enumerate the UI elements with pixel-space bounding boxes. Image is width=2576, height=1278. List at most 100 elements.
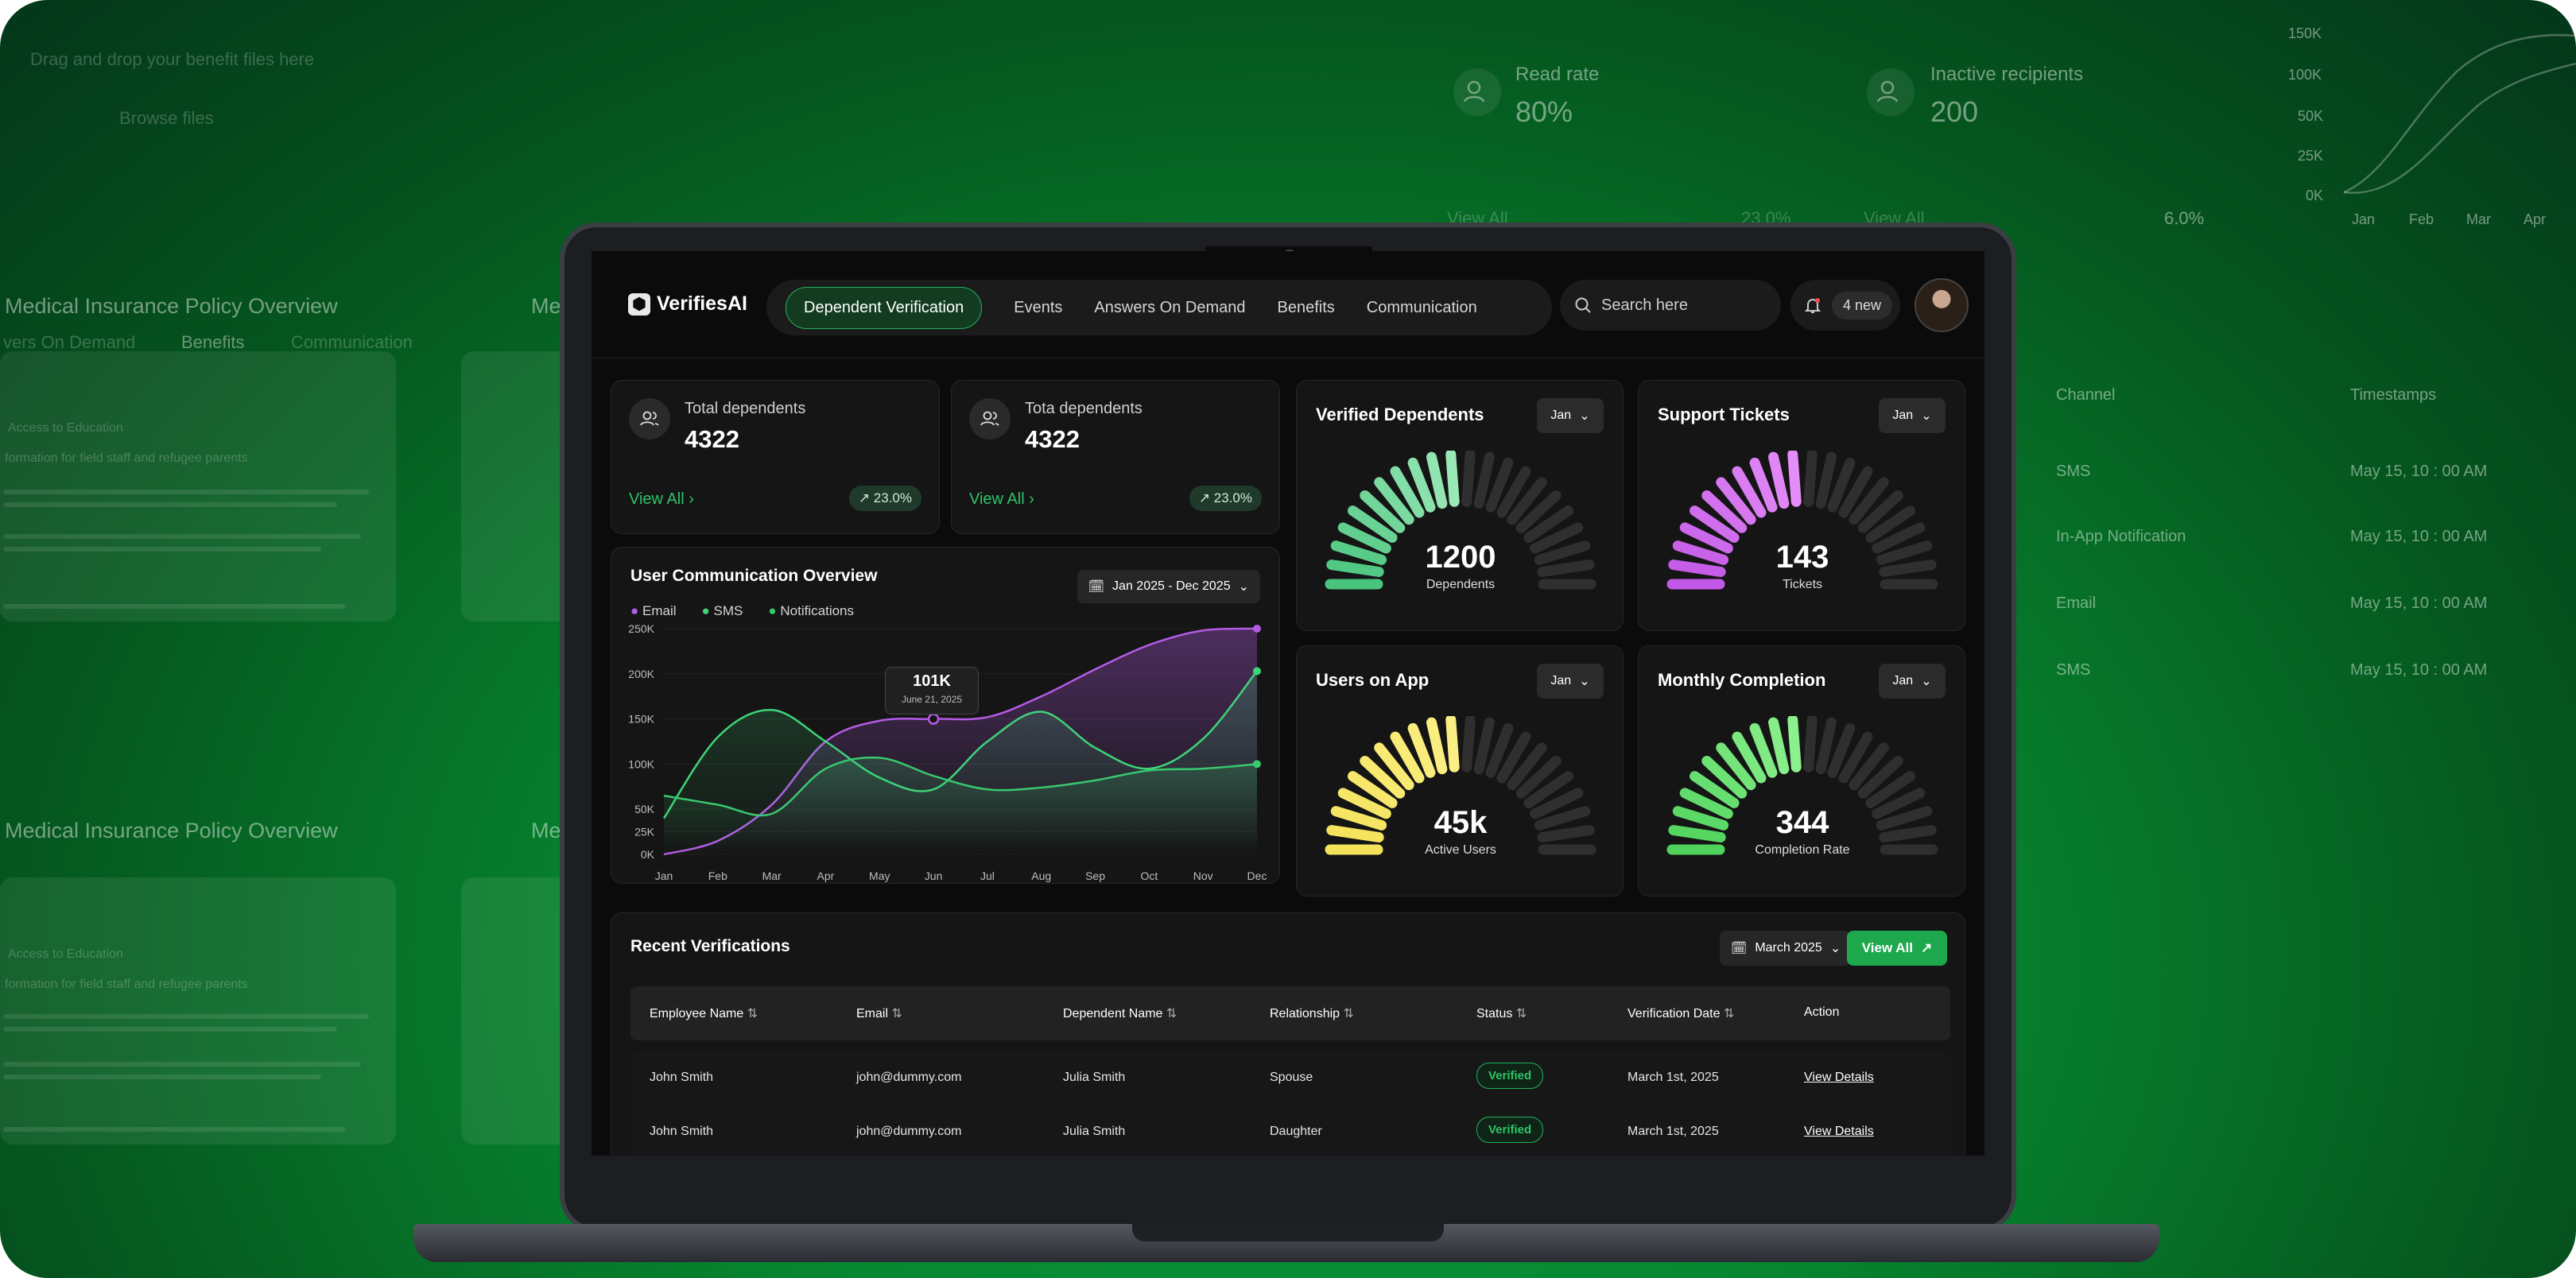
- tab-dependent-verification[interactable]: Dependent Verification: [786, 286, 983, 329]
- chevron-down-icon: ⌄: [1921, 675, 1932, 688]
- column-email[interactable]: Email ⇅: [856, 1005, 902, 1021]
- view-all-link[interactable]: View All ›: [969, 490, 1034, 509]
- period-value: Jan: [1550, 674, 1572, 687]
- status-badge: Verified: [1476, 1063, 1544, 1089]
- search-icon: [1575, 297, 1591, 313]
- series-end-point: [1253, 625, 1261, 633]
- bg-line: [3, 1014, 369, 1019]
- stat-card-tota-dependents: Tota dependents 4322 View All › ↗ 23.0%: [951, 380, 1280, 534]
- trend-badge: ↗ 23.0%: [848, 486, 921, 511]
- column-dependent-name[interactable]: Dependent Name ⇅: [1063, 1005, 1177, 1021]
- table-row: John Smith john@dummy.com Julia Smith Da…: [630, 1106, 1950, 1156]
- tooltip-point[interactable]: [927, 713, 940, 725]
- bg-policy-title-1: Medical Insurance Policy Overview: [5, 294, 338, 318]
- bg-line: [3, 534, 361, 539]
- chevron-down-icon: ⌄: [1579, 409, 1590, 423]
- bg-line: [3, 1027, 337, 1032]
- bg-line: [3, 1127, 345, 1132]
- x-tick-label: Jun: [925, 869, 943, 882]
- bg-metric-value-2: 200: [1930, 95, 1979, 128]
- bg-policy-doc-1b: [461, 351, 572, 622]
- trend-value: 23.0%: [873, 490, 912, 505]
- y-tick-label: 25K: [634, 826, 655, 838]
- tab-answers-on-demand[interactable]: Answers On Demand: [1094, 299, 1245, 317]
- view-all-button[interactable]: View All ↗: [1847, 931, 1947, 966]
- avatar[interactable]: [1915, 278, 1969, 332]
- gauge-segment: [1461, 451, 1476, 507]
- column-relationship[interactable]: Relationship ⇅: [1270, 1005, 1354, 1021]
- gauge-segment: [1445, 451, 1460, 507]
- column-status[interactable]: Status ⇅: [1476, 1005, 1527, 1021]
- chart-tooltip: 101K June 21, 2025: [885, 667, 979, 715]
- y-tick-label: 200K: [628, 668, 654, 680]
- gauge-card-verified-dependents: Verified Dependents Jan ⌄ 1200 Dependents: [1296, 380, 1624, 631]
- search-input[interactable]: Search here: [1560, 280, 1781, 331]
- bg-table-cell: Email: [2056, 594, 2097, 612]
- stat-value: 4322: [1025, 425, 1080, 453]
- period-dropdown[interactable]: Jan ⌄: [1537, 664, 1604, 699]
- view-all-link[interactable]: View All ›: [629, 490, 694, 509]
- bg-policy-title-1b: Me: [531, 294, 561, 318]
- column-verification-date[interactable]: Verification Date ⇅: [1627, 1005, 1734, 1021]
- main-tabs: Dependent Verification Events Answers On…: [766, 280, 1552, 335]
- gauge-segment: [1815, 717, 1837, 775]
- users-icon: [629, 398, 670, 440]
- users-icon: [969, 398, 1011, 440]
- x-tick-label: Apr: [817, 869, 835, 882]
- series-end-point: [1253, 667, 1261, 676]
- bg-mini-xtick: Jan: [2352, 211, 2376, 227]
- period-value: Jan: [1550, 409, 1572, 422]
- calendar-icon: 🗓︎: [1731, 942, 1748, 955]
- period-value: Jan: [1892, 409, 1914, 422]
- gauge-label: Tickets: [1782, 578, 1823, 591]
- period-dropdown[interactable]: Jan ⌄: [1879, 398, 1946, 433]
- sort-icon: ⇅: [1515, 1007, 1527, 1020]
- top-nav: ⬢ VerifiesAI Dependent Verification Even…: [592, 251, 1984, 358]
- column-employee-name[interactable]: Employee Name ⇅: [650, 1005, 758, 1021]
- gauge-card-monthly-completion: Monthly Completion Jan ⌄ 344 Completion R…: [1638, 645, 1965, 897]
- y-tick-label: 50K: [634, 803, 655, 815]
- gauge-value: 344: [1775, 805, 1829, 840]
- column-label: Relationship: [1270, 1007, 1340, 1020]
- cell-email: john@dummy.com: [856, 1071, 962, 1084]
- gauge-card-users-on-app: Users on App Jan ⌄ 45k Active Users: [1296, 645, 1624, 897]
- bg-table-cell: May 15, 10 : 00 AM: [2350, 463, 2488, 480]
- cell-dependent: Julia Smith: [1063, 1071, 1126, 1084]
- tab-benefits[interactable]: Benefits: [1277, 299, 1334, 317]
- notifications-count: 4 new: [1832, 291, 1893, 320]
- sort-icon: ⇅: [1723, 1007, 1735, 1020]
- gauge-segment: [1473, 451, 1495, 509]
- status-badge: Verified: [1476, 1117, 1544, 1143]
- tab-communication[interactable]: Communication: [1367, 299, 1477, 317]
- bg-table-header-timestamps: Timestamps: [2350, 386, 2437, 404]
- arrow-up-right-icon: ↗: [1921, 940, 1933, 955]
- column-label: Employee Name: [650, 1007, 744, 1020]
- period-dropdown[interactable]: Jan ⌄: [1537, 398, 1604, 433]
- view-all-label: View All: [629, 490, 685, 508]
- period-dropdown[interactable]: Jan ⌄: [1879, 664, 1946, 699]
- view-details-link[interactable]: View Details: [1804, 1125, 1874, 1139]
- bg-mini-xtick: Feb: [2409, 211, 2434, 227]
- x-tick-label: Dec: [1247, 869, 1267, 882]
- month-dropdown[interactable]: 🗓︎ March 2025 ⌄: [1720, 931, 1852, 966]
- notifications-button[interactable]: 4 new: [1790, 280, 1900, 331]
- bg-table-header-channel: Channel: [2056, 386, 2116, 404]
- tab-events[interactable]: Events: [1014, 299, 1062, 317]
- recent-verifications-card: Recent Verifications 🗓︎ March 2025 ⌄ Vie…: [611, 912, 1965, 1156]
- stat-card-total-dependents: Total dependents 4322 View All › ↗ 23.0%: [611, 380, 940, 534]
- logo[interactable]: ⬢ VerifiesAI: [628, 292, 747, 316]
- cell-employee: John Smith: [650, 1071, 714, 1084]
- chevron-right-icon: ›: [689, 490, 694, 508]
- bg-line: [3, 1062, 361, 1067]
- y-tick-label: 100K: [628, 757, 654, 770]
- gauge-value: 143: [1775, 540, 1829, 575]
- bg-policy-doc-heading-2: Access to Education: [8, 947, 123, 961]
- logo-text: VerifiesAI: [657, 292, 747, 315]
- view-details-link[interactable]: View Details: [1804, 1071, 1874, 1085]
- sort-icon: ⇅: [891, 1007, 902, 1020]
- x-tick-label: Jul: [980, 869, 995, 882]
- x-tick-label: Mar: [762, 869, 782, 882]
- gauge-label: Completion Rate: [1755, 843, 1850, 857]
- table-row: John Smith john@dummy.com Julia Smith Sp…: [630, 1051, 1950, 1106]
- column-label: Dependent Name: [1063, 1007, 1163, 1020]
